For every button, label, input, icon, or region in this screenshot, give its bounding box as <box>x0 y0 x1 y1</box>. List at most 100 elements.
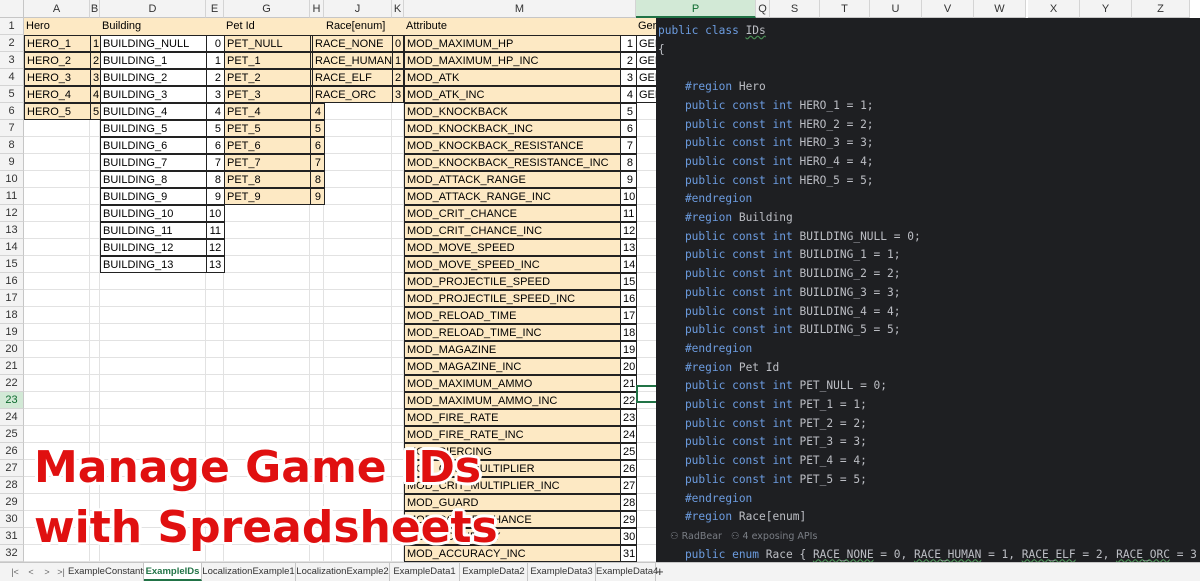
gen-cell[interactable]: GEN <box>636 35 658 52</box>
building-id-cell[interactable]: 0 <box>206 35 225 52</box>
column-label-hero[interactable]: Hero <box>24 18 90 35</box>
attribute-id-cell[interactable]: 9 <box>620 171 637 188</box>
attribute-name-cell[interactable]: MOD_CRIT_CHANCE <box>404 205 637 222</box>
pet-id-cell[interactable]: 8 <box>310 171 325 188</box>
code-line[interactable]: public const int PET_2 = 2; <box>658 415 867 433</box>
building-name-cell[interactable]: BUILDING_4 <box>100 103 207 120</box>
row-header-28[interactable]: 28 <box>0 477 24 494</box>
code-line[interactable]: public const int HERO_4 = 4; <box>658 153 874 171</box>
building-name-cell[interactable]: BUILDING_2 <box>100 69 207 86</box>
code-line[interactable]: public const int PET_1 = 1; <box>658 396 867 414</box>
building-name-cell[interactable]: BUILDING_11 <box>100 222 207 239</box>
column-label-building[interactable]: Building <box>100 18 206 35</box>
building-id-cell[interactable]: 10 <box>206 205 225 222</box>
attribute-name-cell[interactable]: MOD_MAXIMUM_AMMO_INC <box>404 392 637 409</box>
column-header-s[interactable]: S <box>770 0 820 18</box>
column-header-a[interactable]: A <box>24 0 90 18</box>
attribute-id-cell[interactable]: 24 <box>620 426 637 443</box>
attribute-name-cell[interactable]: MOD_MAXIMUM_HP <box>404 35 637 52</box>
race-id-cell[interactable]: 1 <box>392 52 404 69</box>
pet-name-cell[interactable]: PET_2 <box>224 69 311 86</box>
pet-name-cell[interactable]: PET_NULL <box>224 35 311 52</box>
attribute-name-cell[interactable]: MOD_KNOCKBACK_RESISTANCE_INC <box>404 154 637 171</box>
building-name-cell[interactable]: BUILDING_10 <box>100 205 207 222</box>
race-id-cell[interactable]: 3 <box>392 86 404 103</box>
row-header-14[interactable]: 14 <box>0 239 24 256</box>
column-header-x[interactable]: X <box>1028 0 1080 18</box>
pet-id-cell[interactable]: 6 <box>310 137 325 154</box>
attribute-name-cell[interactable]: MOD_ATK_INC <box>404 86 637 103</box>
row-header-3[interactable]: 3 <box>0 52 24 69</box>
code-line[interactable]: public const int PET_3 = 3; <box>658 433 867 451</box>
race-name-cell[interactable]: RACE_ELF <box>312 69 395 86</box>
attribute-name-cell[interactable]: MOD_MOVE_SPEED <box>404 239 637 256</box>
attribute-id-cell[interactable]: 20 <box>620 358 637 375</box>
row-header-13[interactable]: 13 <box>0 222 24 239</box>
building-id-cell[interactable]: 7 <box>206 154 225 171</box>
building-id-cell[interactable]: 12 <box>206 239 225 256</box>
row-header-19[interactable]: 19 <box>0 324 24 341</box>
attribute-id-cell[interactable]: 30 <box>620 528 637 545</box>
race-name-cell[interactable]: RACE_HUMAN <box>312 52 395 69</box>
code-line[interactable]: public const int HERO_2 = 2; <box>658 116 874 134</box>
column-label-pet[interactable]: Pet Id <box>224 18 310 35</box>
attribute-name-cell[interactable]: MOD_RELOAD_TIME <box>404 307 637 324</box>
codelens-hint[interactable]: ⚇ RadBear ⚇ 4 exposing APIs <box>658 531 817 542</box>
pet-name-cell[interactable]: PET_1 <box>224 52 311 69</box>
column-header-e[interactable]: E <box>206 0 224 18</box>
code-line[interactable]: #region Pet Id <box>658 359 779 377</box>
row-header-12[interactable]: 12 <box>0 205 24 222</box>
code-line[interactable]: public const int HERO_1 = 1; <box>658 97 874 115</box>
attribute-name-cell[interactable]: MOD_ATTACK_RANGE_INC <box>404 188 637 205</box>
column-header-w[interactable]: W <box>974 0 1026 18</box>
hero-name-cell[interactable]: HERO_3 <box>24 69 91 86</box>
attribute-name-cell[interactable]: MOD_ATK <box>404 69 637 86</box>
gen-cell[interactable]: GEN <box>636 52 658 69</box>
pet-name-cell[interactable]: PET_3 <box>224 86 311 103</box>
code-line[interactable]: public const int PET_5 = 5; <box>658 471 867 489</box>
row-header-31[interactable]: 31 <box>0 528 24 545</box>
pet-name-cell[interactable]: PET_9 <box>224 188 311 205</box>
sheet-tab-exampledata4[interactable]: ExampleData4 <box>596 563 658 581</box>
pet-name-cell[interactable]: PET_4 <box>224 103 311 120</box>
race-name-cell[interactable]: RACE_ORC <box>312 86 395 103</box>
row-header-21[interactable]: 21 <box>0 358 24 375</box>
race-id-cell[interactable]: 0 <box>392 35 404 52</box>
row-header-7[interactable]: 7 <box>0 120 24 137</box>
code-line[interactable]: { <box>658 41 665 59</box>
building-name-cell[interactable]: BUILDING_NULL <box>100 35 207 52</box>
attribute-id-cell[interactable]: 6 <box>620 120 637 137</box>
column-header-d[interactable]: D <box>100 0 206 18</box>
code-line[interactable]: #endregion <box>658 190 752 208</box>
row-header-5[interactable]: 5 <box>0 86 24 103</box>
code-line[interactable]: public const int HERO_3 = 3; <box>658 134 874 152</box>
column-header-h[interactable]: H <box>310 0 324 18</box>
attribute-id-cell[interactable]: 22 <box>620 392 637 409</box>
attribute-name-cell[interactable]: MOD_RELOAD_TIME_INC <box>404 324 637 341</box>
column-header-j[interactable]: J <box>324 0 392 18</box>
next-sheet-icon[interactable]: > <box>40 563 54 581</box>
selected-cell[interactable] <box>636 385 658 403</box>
code-line[interactable]: public enum Race { RACE_NONE = 0, RACE_H… <box>658 546 1200 562</box>
attribute-id-cell[interactable]: 28 <box>620 494 637 511</box>
code-line[interactable]: ⚇ RadBear ⚇ 4 exposing APIs <box>658 527 817 545</box>
row-header-20[interactable]: 20 <box>0 341 24 358</box>
column-header-m[interactable]: M <box>404 0 636 18</box>
row-header-24[interactable]: 24 <box>0 409 24 426</box>
pet-name-cell[interactable]: PET_7 <box>224 154 311 171</box>
attribute-id-cell[interactable]: 10 <box>620 188 637 205</box>
building-name-cell[interactable]: BUILDING_7 <box>100 154 207 171</box>
attribute-id-cell[interactable]: 12 <box>620 222 637 239</box>
attribute-id-cell[interactable]: 27 <box>620 477 637 494</box>
row-header-15[interactable]: 15 <box>0 256 24 273</box>
sheet-tab-exampledata1[interactable]: ExampleData1 <box>390 563 460 581</box>
building-id-cell[interactable]: 1 <box>206 52 225 69</box>
column-label-gen[interactable]: Ger <box>636 18 658 35</box>
building-id-cell[interactable]: 8 <box>206 171 225 188</box>
row-header-27[interactable]: 27 <box>0 460 24 477</box>
code-line[interactable]: public const int PET_4 = 4; <box>658 452 867 470</box>
code-line[interactable]: public const int BUILDING_4 = 4; <box>658 303 901 321</box>
add-sheet-button[interactable]: + <box>656 563 664 581</box>
attribute-name-cell[interactable]: MOD_MAGAZINE_INC <box>404 358 637 375</box>
race-name-cell[interactable]: RACE_NONE <box>312 35 395 52</box>
